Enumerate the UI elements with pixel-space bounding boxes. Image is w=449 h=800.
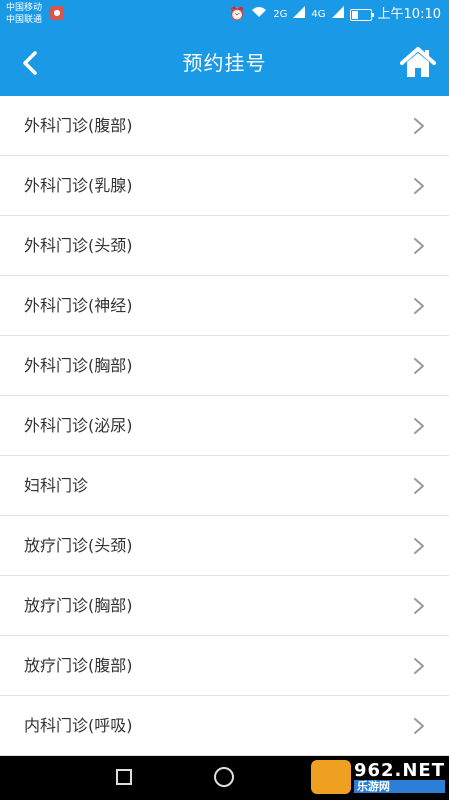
list-item-label: 外科门诊(泌尿) [24,416,133,435]
system-nav-bar: 962.NET 乐游网 [0,756,449,800]
list-item-label: 放疗门诊(腹部) [24,656,133,675]
chevron-right-icon [414,418,424,434]
alarm-icon: ⏰ [229,6,246,22]
list-item-label: 外科门诊(头颈) [24,236,133,255]
home-button[interactable] [399,44,437,82]
carrier-info: 中国移动 中国联通 [6,2,42,26]
list-item-2[interactable]: 外科门诊(头颈) [0,216,449,276]
battery-level [351,10,358,19]
list-item-label: 外科门诊(腹部) [24,116,133,135]
list-item-label: 妇科门诊 [24,476,89,495]
list-item-9[interactable]: 放疗门诊(腹部) [0,636,449,696]
app-header: 预约挂号 [0,30,449,96]
network-type-2: 4G [311,8,326,20]
list-item-7[interactable]: 放疗门诊(头颈) [0,516,449,576]
department-list: 外科门诊(腹部) 外科门诊(乳腺) 外科门诊(头颈) 外科门诊(神经) 外科门诊… [0,96,449,756]
chevron-right-icon [414,538,424,554]
status-bar: 中国移动 中国联通 ● ⏰ 2G 4G 上午10:10 [0,0,449,30]
signal-icon-1 [293,6,306,23]
signal-icon-2 [331,6,344,23]
app-notification-icon: ● [50,6,64,20]
watermark-site: 962.NET [353,759,445,781]
list-item-label: 外科门诊(神经) [24,296,133,315]
chevron-right-icon [414,598,424,614]
page-title: 预约挂号 [182,51,267,75]
list-item-3[interactable]: 外科门诊(神经) [0,276,449,336]
wifi-icon [251,6,267,23]
watermark-name: 乐游网 [353,779,445,793]
chevron-right-icon [414,298,424,314]
list-item-5[interactable]: 外科门诊(泌尿) [0,396,449,456]
chevron-right-icon [414,238,424,254]
list-item-label: 放疗门诊(胸部) [24,596,133,615]
list-item-8[interactable]: 放疗门诊(胸部) [0,576,449,636]
list-item-label: 外科门诊(胸部) [24,356,133,375]
status-icons: ⏰ 2G 4G 上午10:10 [229,6,441,23]
list-item-label: 外科门诊(乳腺) [24,176,133,195]
chevron-right-icon [414,118,424,134]
list-item-label: 放疗门诊(头颈) [24,536,133,555]
carrier-1: 中国移动 [6,3,43,13]
list-item-1[interactable]: 外科门诊(乳腺) [0,156,449,216]
list-item-10[interactable]: 内科门诊(呼吸) [0,696,449,756]
recent-apps-button[interactable] [116,769,132,785]
list-item-0[interactable]: 外科门诊(腹部) [0,96,449,156]
watermark-logo-icon [310,760,351,794]
chevron-right-icon [414,478,424,494]
chevron-right-icon [414,658,424,674]
list-item-6[interactable]: 妇科门诊 [0,456,449,516]
carrier-2: 中国联通 [6,15,43,25]
chevron-right-icon [414,358,424,374]
home-icon [400,47,436,77]
clock: 上午10:10 [377,6,441,22]
network-type-1: 2G [273,8,288,20]
system-home-button[interactable] [214,767,234,787]
watermark: 962.NET 乐游网 [310,759,445,794]
chevron-right-icon [414,718,424,734]
list-item-label: 内科门诊(呼吸) [24,716,133,735]
chevron-right-icon [414,178,424,194]
battery-icon [349,8,374,21]
list-item-4[interactable]: 外科门诊(胸部) [0,336,449,396]
